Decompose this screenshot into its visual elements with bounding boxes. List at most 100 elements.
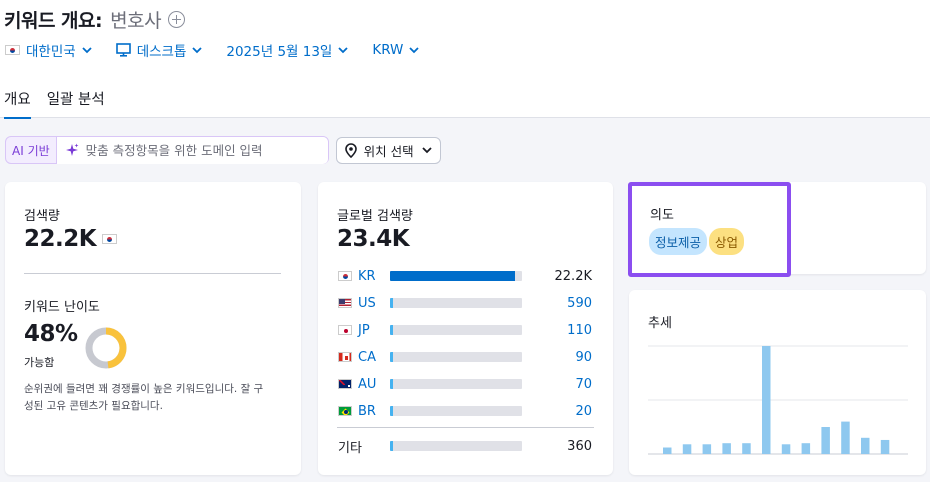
country-bar-fill — [390, 325, 393, 335]
other-countries-row: 기타 360 — [338, 438, 594, 456]
chevron-down-icon — [422, 146, 432, 153]
trend-label: 추세 — [648, 316, 672, 331]
tab-bulk-analysis[interactable]: 일괄 분석 — [47, 88, 105, 119]
australia-flag-icon — [338, 379, 352, 389]
tab-overview[interactable]: 개요 — [4, 88, 31, 119]
trend-bar[interactable] — [762, 346, 771, 454]
korea-flag-icon — [5, 45, 20, 55]
us-flag-icon — [338, 298, 352, 308]
country-bar-fill — [390, 271, 516, 281]
country-value: 20 — [575, 403, 592, 419]
intent-label: 의도 — [650, 208, 674, 223]
canada-flag-icon — [338, 352, 352, 362]
intent-badge-informational: 정보제공 — [649, 228, 708, 255]
intent-badges: 정보제공 상업 — [649, 228, 746, 255]
country-bar-track — [390, 271, 522, 281]
trend-bar[interactable] — [742, 443, 751, 454]
country-row[interactable]: CA 90 — [338, 349, 594, 365]
country-code: BR — [358, 403, 376, 419]
header-area: 키워드 개요: 변호사 대한민국 데스크톱 2025년 5월 13일 KRW 개… — [0, 0, 930, 119]
device-filter-label: 데스크톱 — [136, 44, 187, 60]
difficulty-level: 가능함 — [24, 356, 55, 369]
korea-flag-icon — [338, 271, 352, 281]
country-code: US — [358, 295, 376, 311]
chevron-down-icon — [338, 46, 348, 53]
country-row[interactable]: AU 70 — [338, 376, 594, 392]
country-value: 590 — [567, 295, 592, 311]
country-bar-fill — [390, 379, 393, 389]
ai-domain-box: AI 기반 — [5, 136, 329, 164]
global-volume-value: 23.4K — [337, 226, 410, 252]
divider — [24, 273, 281, 274]
trend-card: 추세 — [629, 290, 926, 475]
country-value: 70 — [575, 376, 592, 392]
chevron-down-icon — [409, 46, 420, 53]
country-filter[interactable]: 대한민국 — [5, 40, 92, 60]
country-code: JP — [358, 322, 370, 338]
trend-bar[interactable] — [821, 427, 830, 454]
country-code: CA — [358, 349, 376, 365]
currency-filter-label: KRW — [372, 42, 404, 58]
country-row[interactable]: JP 110 — [338, 322, 594, 338]
trend-bar[interactable] — [702, 444, 712, 454]
intent-card: 의도 정보제공 상업 — [629, 182, 926, 274]
volume-label: 검색량 — [24, 209, 60, 224]
brazil-flag-icon — [338, 406, 352, 416]
country-code: AU — [358, 376, 377, 392]
date-filter-label: 2025년 5월 13일 — [226, 44, 333, 60]
country-bar-fill — [390, 352, 393, 362]
country-bar-fill — [390, 406, 393, 416]
keyword-title: 변호사 — [110, 10, 162, 32]
country-code: KR — [358, 268, 376, 284]
country-value: 110 — [567, 322, 592, 338]
difficulty-description: 순위권에 들려면 꽤 경쟁률이 높은 키워드입니다. 잘 구 성된 고유 콘텐츠… — [24, 381, 286, 415]
difficulty-value: 48% — [24, 321, 78, 347]
ai-input-wrap — [55, 136, 328, 164]
country-value: 22.2K — [554, 268, 592, 284]
country-bar-track — [390, 406, 522, 416]
country-row[interactable]: BR 20 — [338, 403, 594, 419]
korea-flag-icon — [102, 234, 118, 244]
ai-toolbar: AI 기반 위치 선택 — [5, 136, 441, 164]
country-value: 90 — [575, 349, 592, 365]
sparkle-icon — [65, 143, 79, 156]
monitor-icon — [115, 43, 131, 57]
volume-card: 검색량 22.2K 키워드 난이도 48% 가능함 순위권에 들려면 꽤 경쟁률… — [5, 182, 301, 475]
trend-chart — [648, 345, 908, 455]
difficulty-gauge — [85, 327, 127, 369]
divider — [337, 427, 594, 428]
currency-filter[interactable]: KRW — [372, 42, 420, 58]
add-circle-icon[interactable] — [168, 11, 186, 28]
global-volume-card: 글로벌 검색량 23.4K KR 22.2K US 590 JP 110 CA … — [318, 182, 613, 475]
location-pin-icon — [344, 142, 357, 158]
page-title: 키워드 개요: — [4, 10, 103, 32]
trend-bar[interactable] — [781, 444, 791, 454]
trend-bar[interactable] — [880, 439, 890, 454]
device-filter[interactable]: 데스크톱 — [115, 40, 203, 60]
trend-bar[interactable] — [663, 447, 672, 454]
global-volume-label: 글로벌 검색량 — [337, 209, 413, 224]
country-bar-track — [390, 325, 522, 335]
date-filter[interactable]: 2025년 5월 13일 — [226, 40, 348, 60]
other-value: 360 — [567, 438, 592, 454]
location-select[interactable]: 위치 선택 — [335, 136, 441, 164]
tab-bar: 개요 일괄 분석 — [4, 88, 121, 119]
page-title-row: 키워드 개요: 변호사 — [4, 6, 186, 33]
description-line: 성된 고유 콘텐츠가 필요합니다. — [24, 400, 163, 412]
trend-bar[interactable] — [801, 443, 811, 454]
trend-bar[interactable] — [841, 421, 850, 454]
trend-bar[interactable] — [722, 443, 731, 454]
trend-bar[interactable] — [861, 437, 870, 454]
intent-badge-commercial: 상업 — [709, 228, 745, 255]
country-filter-label: 대한민국 — [26, 44, 76, 60]
domain-input[interactable] — [85, 142, 316, 158]
country-row[interactable]: US 590 — [338, 295, 594, 311]
other-label: 기타 — [338, 440, 362, 456]
description-line: 순위권에 들려면 꽤 경쟁률이 높은 키워드입니다. 잘 구 — [24, 383, 264, 395]
country-bar-track — [390, 441, 522, 451]
country-bar-fill — [390, 441, 393, 451]
country-bar-track — [390, 352, 522, 362]
country-bar-fill — [390, 298, 394, 308]
country-row[interactable]: KR 22.2K — [338, 268, 594, 284]
trend-bar[interactable] — [682, 444, 692, 454]
